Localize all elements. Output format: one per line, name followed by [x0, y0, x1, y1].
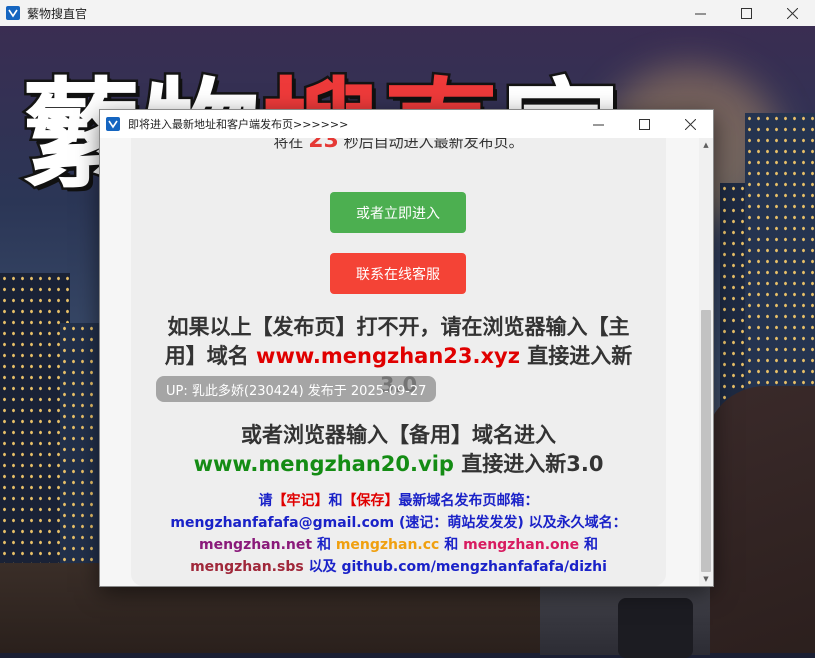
- character-sock: [618, 598, 693, 658]
- minimize-icon: [694, 13, 706, 14]
- notice-text: 和: [328, 493, 343, 509]
- countdown-prefix: 将在: [273, 138, 304, 151]
- countdown-text: 将在 23 秒后自动进入最新发布页。: [131, 138, 666, 153]
- primary-domain-link[interactable]: www.mengzhan23.xyz: [256, 344, 520, 368]
- backup-domain-link[interactable]: www.mengzhan20.vip: [194, 452, 454, 476]
- notice-text: 和: [583, 537, 598, 553]
- minimize-button[interactable]: [677, 0, 723, 26]
- permanent-domain-link[interactable]: mengzhan.net: [199, 537, 312, 553]
- popup-maximize-button[interactable]: [621, 110, 667, 138]
- save-label: 【保存】: [342, 493, 399, 509]
- scrollbar-thumb[interactable]: [701, 310, 711, 572]
- email-address[interactable]: mengzhanfafafa@gmail.com: [170, 515, 394, 531]
- main-window-controls: [677, 0, 815, 26]
- scroll-up-icon[interactable]: ▲: [699, 138, 713, 152]
- backup-domain-notice: 或者浏览器输入【备用】域名进入 www.mengzhan20.vip 直接进入新…: [155, 421, 642, 479]
- notice-text: 请: [258, 493, 273, 509]
- remember-label: 【牢记】: [272, 493, 329, 509]
- popup-window-controls: [575, 110, 713, 138]
- maximize-icon: [740, 7, 752, 19]
- notice-text: 直接进入新3.0: [461, 452, 604, 476]
- popup-minimize-button[interactable]: [575, 110, 621, 138]
- popup-titlebar: 即将进入最新地址和客户端发布页>>>>>>: [100, 110, 713, 138]
- close-icon: [684, 118, 696, 130]
- permanent-domain-link[interactable]: mengzhan.cc: [336, 537, 440, 553]
- popup-title: 即将进入最新地址和客户端发布页>>>>>>: [128, 118, 349, 131]
- permanent-domain-link[interactable]: mengzhan.sbs: [190, 559, 304, 575]
- notice-text: 以及: [308, 559, 337, 575]
- notice-text: (速记：萌站发发发) 以及永久域名：: [398, 515, 627, 531]
- close-icon: [786, 7, 798, 19]
- popup-app-icon: [106, 117, 120, 131]
- countdown-suffix: 秒后自动进入最新发布页。: [343, 138, 524, 151]
- popup-content-area: 将在 23 秒后自动进入最新发布页。 或者立即进入 联系在线客服 如果以上【发布…: [100, 138, 699, 586]
- online-support-button[interactable]: 联系在线客服: [330, 253, 466, 294]
- email-and-domains-notice: 请【牢记】和【保存】最新域名发布页邮箱： mengzhanfafafa@gmai…: [165, 490, 632, 578]
- scroll-down-icon[interactable]: ▼: [699, 572, 713, 586]
- notice-text: 和: [444, 537, 459, 553]
- notice-card: 将在 23 秒后自动进入最新发布页。 或者立即进入 联系在线客服 如果以上【发布…: [131, 138, 666, 586]
- app-icon: [6, 6, 20, 20]
- main-window-title: 蘩物搜直官: [27, 6, 88, 21]
- maximize-button[interactable]: [723, 0, 769, 26]
- popup-close-button[interactable]: [667, 110, 713, 138]
- notice-text: 或者浏览器输入【备用】域名进入: [241, 423, 556, 447]
- minimize-icon: [592, 124, 604, 125]
- close-button[interactable]: [769, 0, 815, 26]
- character-illustration: [705, 386, 815, 653]
- enter-now-button[interactable]: 或者立即进入: [330, 192, 466, 233]
- notice-text: 最新域名发布页邮箱：: [398, 493, 539, 509]
- uploader-caption: UP: 乳此多娇(230424) 发布于 2025-09-27: [156, 376, 437, 402]
- countdown-seconds: 23: [308, 138, 339, 153]
- main-titlebar: 蘩物搜直官: [0, 0, 815, 26]
- maximize-icon: [638, 118, 650, 130]
- github-link[interactable]: github.com/mengzhanfafafa/dizhi: [341, 559, 606, 575]
- notice-text: 和: [316, 537, 331, 553]
- redirect-popup-window: 即将进入最新地址和客户端发布页>>>>>> 将在 23 秒后自动进入最新发布页。…: [100, 110, 713, 586]
- popup-scrollbar[interactable]: ▲ ▼: [699, 138, 713, 586]
- permanent-domain-link[interactable]: mengzhan.one: [463, 537, 579, 553]
